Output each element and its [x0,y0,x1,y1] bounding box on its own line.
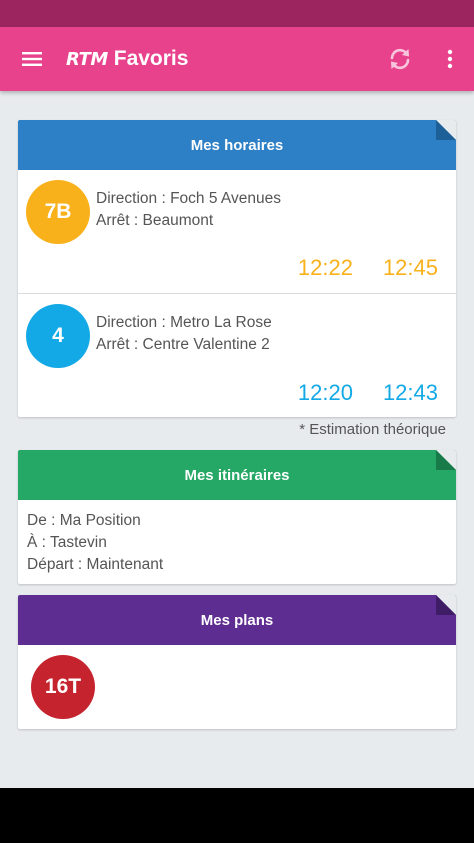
horaires-header[interactable]: Mes horaires [18,120,456,170]
more-vert-icon [447,49,453,69]
departure-times: 12:20 12:43 [298,380,438,406]
itinerary-departure: Départ : Maintenant [27,556,164,573]
direction-text: Direction : Metro La Rose [96,314,272,331]
horaires-title: Mes horaires [190,136,284,154]
status-bar [0,0,474,27]
line-badge: 4 [26,304,90,368]
itineraires-title: Mes itinéraires [184,466,290,484]
itinerary-to: À : Tastevin [27,534,107,551]
more-options-button[interactable] [426,27,474,91]
itineraires-card[interactable]: Mes itinéraires De : Ma Position À : Tas… [18,450,456,584]
refresh-icon [390,48,410,70]
estimation-note: * Estimation théorique [299,421,446,438]
app-bar: RTM Favoris [0,27,474,91]
plan-line-badge[interactable]: 16T [31,655,95,719]
page-fold-icon [436,450,456,470]
plans-title: Mes plans [200,611,274,629]
line-info: Direction : Foch 5 Avenues Arrêt : Beaum… [96,188,281,232]
departure-time: 12:43 [382,380,438,405]
menu-icon [22,52,42,66]
page-fold-icon [436,120,456,140]
itineraires-header[interactable]: Mes itinéraires [18,450,456,500]
horaires-card: Mes horaires 7B Direction : Foch 5 Avenu… [18,120,456,417]
departure-time: 12:22 [297,255,353,280]
brand: RTM Favoris [66,47,188,71]
plans-card: Mes plans 16T [18,595,456,729]
menu-button[interactable] [0,27,64,91]
horaire-row-4[interactable]: 4 Direction : Metro La Rose Arrêt : Cent… [18,294,456,418]
line-info: Direction : Metro La Rose Arrêt : Centre… [96,312,272,356]
direction-text: Direction : Foch 5 Avenues [96,190,281,207]
refresh-button[interactable] [374,27,426,91]
plans-header[interactable]: Mes plans [18,595,456,645]
stop-text: Arrêt : Centre Valentine 2 [96,336,270,353]
navigation-bar [0,788,474,843]
stop-text: Arrêt : Beaumont [96,212,214,229]
page-title: Favoris [113,47,189,70]
horaire-row-7b[interactable]: 7B Direction : Foch 5 Avenues Arrêt : Be… [18,170,456,294]
departure-times: 12:22 12:45 [298,255,438,281]
itinerary-details: De : Ma Position À : Tastevin Départ : M… [18,500,456,576]
itinerary-from: De : Ma Position [27,512,141,529]
rtm-logo: RTM [66,48,108,70]
departure-time: 12:20 [297,380,353,405]
page-fold-icon [436,595,456,615]
departure-time: 12:45 [382,255,438,280]
line-badge: 7B [26,180,90,244]
